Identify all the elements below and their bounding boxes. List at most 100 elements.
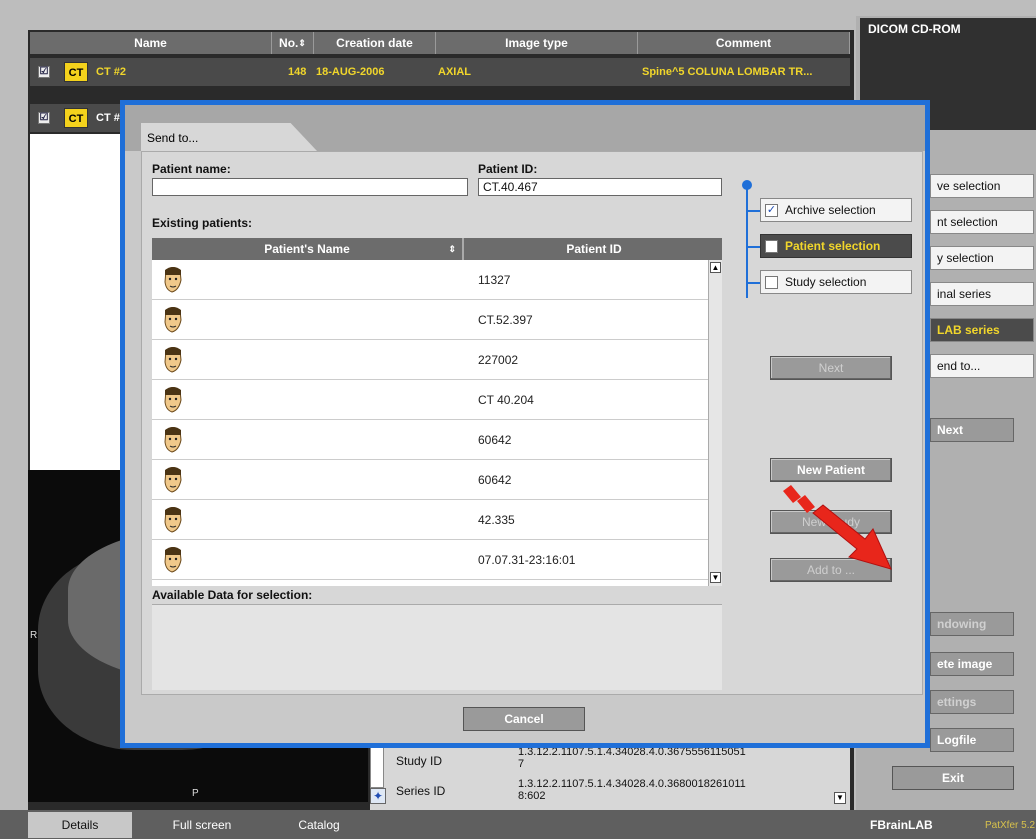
tab-catalog[interactable]: Catalog xyxy=(270,812,368,838)
series-comment: Spine^5 COLUNA LOMBAR TR... xyxy=(642,66,813,78)
dialog-body: Patient name: Patient ID: CT.40.467 Exis… xyxy=(141,151,923,695)
table-row[interactable]: 42.335 xyxy=(152,500,708,540)
patient-id-cell: 60642 xyxy=(478,473,512,487)
patient-face-icon xyxy=(164,427,182,453)
tab-full-screen[interactable]: Full screen xyxy=(146,812,258,838)
brand-subtitle: PatXfer 5.2 xyxy=(985,820,1036,831)
tab-details[interactable]: Details xyxy=(28,812,132,838)
workflow-tree-branch xyxy=(746,210,760,212)
table-row[interactable]: 07.07.31-23:16:01 xyxy=(152,540,708,580)
magic-wand-icon[interactable]: ✦ xyxy=(370,788,386,804)
new-patient-button[interactable]: New Patient xyxy=(770,458,892,482)
sort-icon: ⇕ xyxy=(448,243,456,254)
info-scrollbar[interactable] xyxy=(370,742,384,788)
study-id-label: Study ID xyxy=(396,754,443,768)
send-to-dialog: Send to... Patient name: Patient ID: CT.… xyxy=(120,100,930,748)
ct-icon: CT xyxy=(64,62,88,82)
series-checkbox[interactable]: ☑ xyxy=(38,66,50,78)
col-header-no[interactable]: No. ⇕ xyxy=(272,32,314,54)
patient-id-cell: CT.52.397 xyxy=(478,313,533,327)
brainlab-series-button[interactable]: LAB series xyxy=(930,318,1034,342)
logfile-button[interactable]: Logfile xyxy=(930,728,1014,752)
table-row[interactable]: CT.52.397 xyxy=(152,300,708,340)
patient-id-cell: 07.07.31-23:16:01 xyxy=(478,553,576,567)
patient-name-input[interactable] xyxy=(152,178,468,196)
patients-table-header: Patient's Name ⇕ Patient ID xyxy=(152,238,722,260)
patient-face-icon xyxy=(164,267,182,293)
patient-id-cell: CT 40.204 xyxy=(478,393,534,407)
arrow-head xyxy=(812,504,892,570)
scroll-down-icon[interactable]: ▼ xyxy=(834,792,846,804)
series-id-label: Series ID xyxy=(396,784,446,798)
available-data-label: Available Data for selection: xyxy=(152,588,313,602)
step-patient-selection[interactable]: Patient selection xyxy=(760,234,912,258)
patient-selection-button[interactable]: nt selection xyxy=(930,210,1034,234)
series-row[interactable]: ☑ CT CT #2 148 18-AUG-2006 AXIAL Spine^5… xyxy=(30,58,850,86)
workflow-tree-branch xyxy=(746,282,760,284)
next-button[interactable]: Next xyxy=(770,356,892,380)
existing-patients-label: Existing patients: xyxy=(152,216,253,230)
patient-id-cell: 227002 xyxy=(478,353,519,367)
orientation-marker-bottom: P xyxy=(192,788,199,799)
brainlab-logo: FBrainLAB xyxy=(870,818,933,832)
col-header-patient-id[interactable]: Patient ID xyxy=(466,238,722,260)
table-row[interactable]: 60642 xyxy=(152,420,708,460)
patient-face-icon xyxy=(164,467,182,493)
table-row[interactable]: 60642 xyxy=(152,460,708,500)
table-row[interactable]: 227002 xyxy=(152,340,708,380)
patient-id-cell: 42.335 xyxy=(478,513,515,527)
series-type: AXIAL xyxy=(438,66,471,78)
scroll-down-icon[interactable]: ▼ xyxy=(710,572,721,583)
series-id-value: 1.3.12.2.1107.5.1.4.34028.4.0.3680018261… xyxy=(518,778,746,802)
workflow-tree-branch xyxy=(746,246,760,248)
tab-send-to[interactable]: Send to... xyxy=(141,123,317,151)
orientation-marker-left: R xyxy=(30,630,38,641)
series-info-panel: ✦ Study ID 1.3.12.2.1107.5.1.4.34028.4.0… xyxy=(370,742,850,810)
patient-name-label: Patient name: xyxy=(152,162,231,176)
series-checkbox[interactable]: ☑ xyxy=(38,112,50,124)
study-id-value: 1.3.12.2.1107.5.1.4.34028.4.0.3675556115… xyxy=(518,746,746,770)
table-row[interactable]: 11327 xyxy=(152,260,708,300)
checkbox-checked-icon: ✓ xyxy=(765,204,778,217)
col-header-patient-name[interactable]: Patient's Name ⇕ xyxy=(152,238,464,260)
step-archive-selection[interactable]: ✓ Archive selection xyxy=(760,198,912,222)
delete-image-button[interactable]: ete image xyxy=(930,652,1014,676)
settings-button[interactable]: ettings xyxy=(930,690,1014,714)
series-name: CT #2 xyxy=(96,66,126,78)
checkbox-icon xyxy=(765,276,778,289)
exit-button[interactable]: Exit xyxy=(892,766,1014,790)
patients-scrollbar[interactable]: ▲ ▼ xyxy=(708,260,722,586)
send-to-button[interactable]: end to... xyxy=(930,354,1034,378)
patient-id-input[interactable]: CT.40.467 xyxy=(478,178,722,196)
patient-face-icon xyxy=(164,507,182,533)
col-header-image-type[interactable]: Image type xyxy=(436,32,638,54)
original-series-button[interactable]: inal series xyxy=(930,282,1034,306)
col-header-comment[interactable]: Comment xyxy=(638,32,850,54)
patient-id-label: Patient ID: xyxy=(478,162,538,176)
patient-face-icon xyxy=(164,547,182,573)
windowing-button[interactable]: ndowing xyxy=(930,612,1014,636)
col-header-creation-date[interactable]: Creation date xyxy=(314,32,436,54)
patient-id-cell: 11327 xyxy=(478,273,511,287)
available-data-area xyxy=(152,604,722,690)
step-study-selection[interactable]: Study selection xyxy=(760,270,912,294)
series-name: CT # xyxy=(96,112,120,124)
patients-table: 11327 CT.52.397 227002 CT 40.204 60642 60642 4… xyxy=(152,260,722,586)
series-date: 18-AUG-2006 xyxy=(316,66,385,78)
sort-icon: ⇕ xyxy=(298,37,306,48)
patient-face-icon xyxy=(164,347,182,373)
series-no: 148 xyxy=(288,66,307,78)
archive-selection-button[interactable]: ve selection xyxy=(930,174,1034,198)
ct-icon: CT xyxy=(64,108,88,128)
patient-face-icon xyxy=(164,387,182,413)
next-button-bg[interactable]: Next xyxy=(930,418,1014,442)
col-header-name[interactable]: Name xyxy=(30,32,272,54)
cancel-button[interactable]: Cancel xyxy=(463,707,585,731)
red-arrow-icon xyxy=(783,485,892,570)
patient-id-cell: 60642 xyxy=(478,433,512,447)
patient-face-icon xyxy=(164,307,182,333)
checkbox-icon xyxy=(765,240,778,253)
scroll-up-icon[interactable]: ▲ xyxy=(710,262,721,273)
study-selection-button[interactable]: y selection xyxy=(930,246,1034,270)
table-row[interactable]: CT 40.204 xyxy=(152,380,708,420)
